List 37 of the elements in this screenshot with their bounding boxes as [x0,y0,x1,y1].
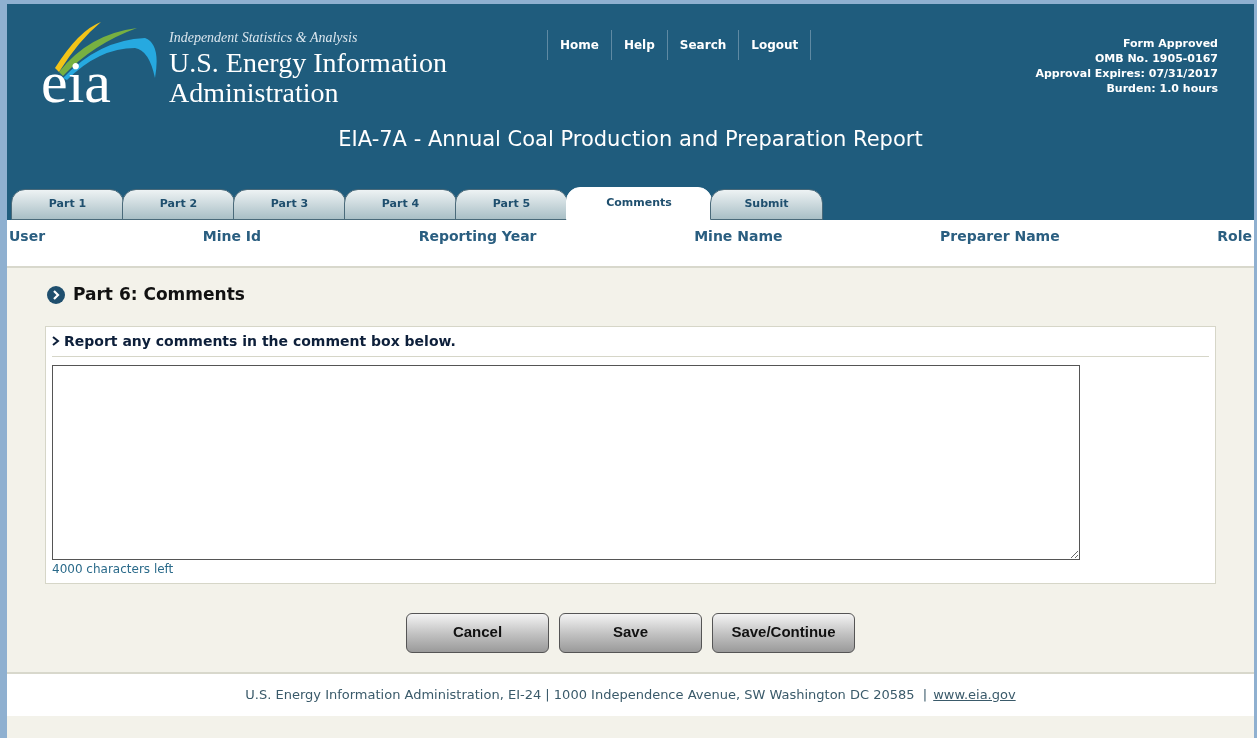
approval-text: OMB No. 1905-0167 [1094,51,1218,66]
info-label: Mine Name [694,227,783,246]
agency-name: U.S. Energy Information [169,48,447,78]
form-button[interactable]: Cancel [406,612,549,653]
tab[interactable]: Part 2 [122,189,235,220]
tab[interactable]: Part 3 [233,189,346,220]
nav-link[interactable]: Home [548,30,612,60]
form-button[interactable]: Save/Continue [712,612,855,653]
chevron-circle-icon [47,285,65,304]
approval-text: Burden: 1.0 hours [1106,81,1218,96]
tab[interactable]: Part 5 [455,189,568,220]
section-title: Part 6: Comments [73,283,245,306]
instruction-text: Report any comments in the comment box below. [64,331,456,351]
info-label: Role [1217,227,1252,246]
footer-text: U.S. Energy Information Administration, EI-24 | 1000 Independence Avenue, SW Washington DC 20585 | [245,685,928,704]
character-counter: 4000 characters left [52,560,175,578]
tagline: Independent Statistics & Analysis [169,29,359,47]
tab[interactable]: Submit [710,189,823,220]
agency-name: Administration [169,78,340,108]
approval-text: Form Approved [1122,36,1218,51]
approval-text: Approval Expires: 07/31/2017 [1035,66,1218,81]
logo-text: eia [41,52,111,112]
info-label: Reporting Year [418,227,537,246]
tab[interactable]: Part 4 [344,189,457,220]
nav-link[interactable]: Search [667,30,740,60]
report-title: EIA-7A - Annual Coal Production and Preparation Report [338,126,923,153]
info-label: Preparer Name [940,227,1060,246]
tab[interactable]: Comments [566,187,712,220]
info-label: Mine Id [202,227,262,246]
chevron-icon [52,336,60,346]
website-link[interactable]: www.eia.gov [933,684,1016,705]
form-button[interactable]: Save [559,612,702,653]
info-label: User [9,227,46,246]
nav-link[interactable]: Logout [739,30,812,60]
comment-box[interactable] [52,364,1080,560]
nav-link[interactable]: Help [611,30,668,60]
tab[interactable]: Part 1 [11,189,124,220]
